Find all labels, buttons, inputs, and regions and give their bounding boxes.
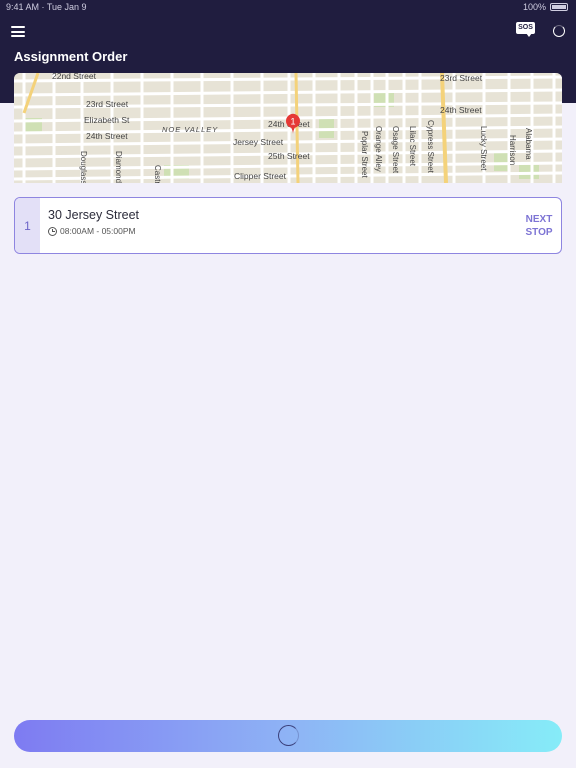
page-title: Assignment Order <box>14 49 128 64</box>
street-label: 22nd Street <box>52 73 97 81</box>
neighborhood-label: NOE VALLEY <box>162 125 218 134</box>
street-label: Lucky Street <box>479 126 488 171</box>
street-label: Castro <box>153 165 162 183</box>
route-map[interactable]: 22nd Street 23rd Street Elizabeth St 24t… <box>14 73 562 183</box>
street-label: Elizabeth St <box>84 115 130 125</box>
street-label: Harrison <box>508 135 517 165</box>
street-label: Jersey Street <box>233 137 284 147</box>
street-label: 24th Street <box>86 131 128 141</box>
spinner-icon <box>553 25 565 37</box>
status-time: 9:41 AM · Tue Jan 9 <box>6 2 87 12</box>
loading-spinner-icon <box>278 725 299 746</box>
next-stop-line1: NEXT <box>525 214 553 225</box>
clock-icon <box>48 226 57 236</box>
street-label: 24th Street <box>440 105 482 115</box>
battery-icon <box>550 3 568 11</box>
stop-address: 30 Jersey Street <box>48 208 140 222</box>
status-indicators: 100% <box>523 2 568 12</box>
map-pin-label: 1 <box>290 117 295 127</box>
hamburger-menu-icon[interactable] <box>11 26 25 37</box>
stop-time-window: 08:00AM - 05:00PM <box>48 226 136 236</box>
street-label: Cypress Street <box>426 120 435 174</box>
next-stop-button[interactable]: NEXT STOP <box>524 213 554 239</box>
street-label: 23rd Street <box>440 73 483 83</box>
street-label: 25th Street <box>268 151 310 161</box>
street-label: 23rd Street <box>86 99 129 109</box>
stop-card[interactable]: 1 30 Jersey Street 08:00AM - 05:00PM NEX… <box>14 197 562 254</box>
status-bar: 9:41 AM · Tue Jan 9 100% <box>0 0 576 14</box>
time-window-text: 08:00AM - 05:00PM <box>60 226 136 236</box>
street-label: Osage Street <box>391 126 400 174</box>
street-label: Lilac Street <box>408 126 417 167</box>
street-label: Orange Alley <box>374 126 383 172</box>
street-label: Douglass <box>79 151 88 183</box>
street-label: Clipper Street <box>234 171 287 181</box>
street-label: Poplar Street <box>360 131 369 178</box>
primary-action-button[interactable] <box>14 720 562 752</box>
street-label: Diamond <box>114 151 123 183</box>
sos-button[interactable]: SOS <box>516 22 535 37</box>
battery-percent: 100% <box>522 2 546 12</box>
next-stop-line2: STOP <box>525 227 553 238</box>
stop-number: 1 <box>15 198 40 253</box>
street-label: Alabama <box>524 128 533 160</box>
